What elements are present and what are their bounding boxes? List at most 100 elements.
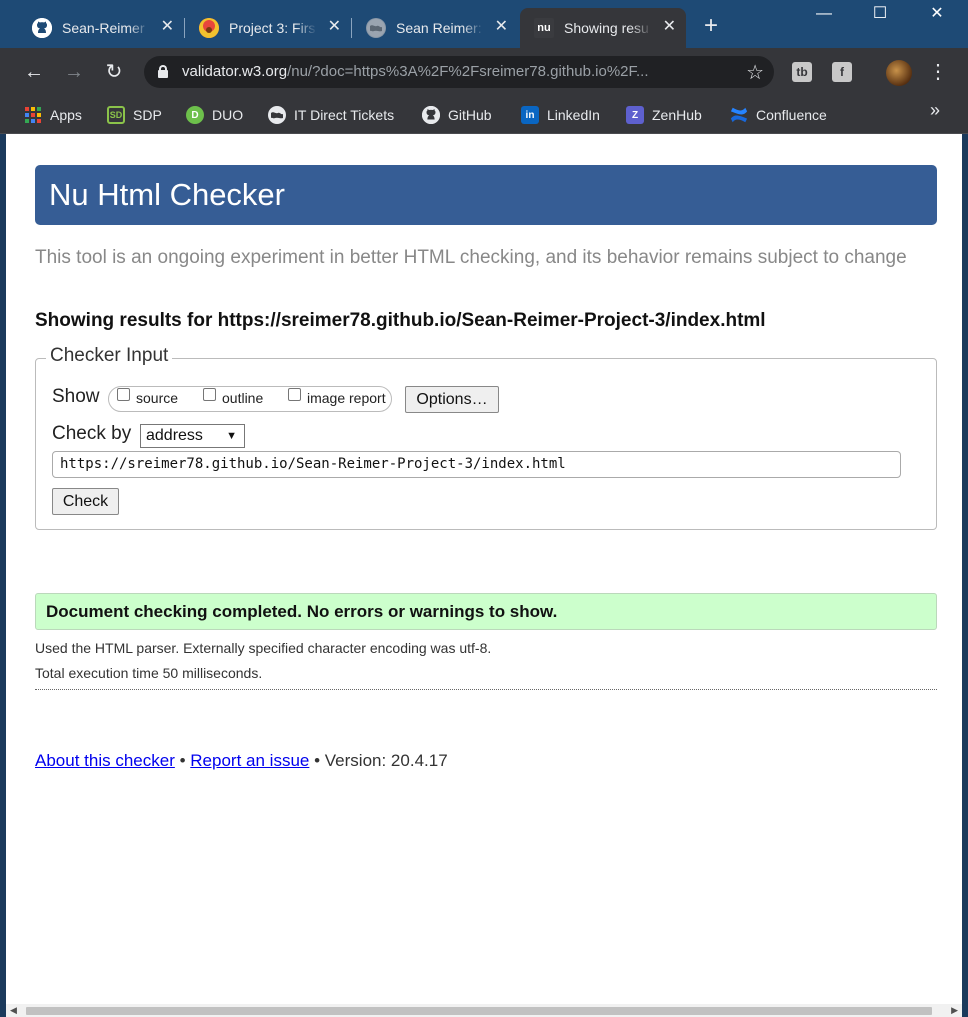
- page-title: Nu Html Checker: [49, 177, 285, 212]
- checkbox-label: source: [136, 390, 179, 406]
- github-icon: [32, 18, 52, 38]
- bookmark-zenhub[interactable]: Z ZenHub: [626, 103, 702, 127]
- tab-project[interactable]: Project 3: Firs ✕: [185, 8, 351, 48]
- bookmarks-overflow-button[interactable]: »: [930, 100, 940, 121]
- close-icon[interactable]: ✕: [495, 19, 508, 35]
- bookmark-label: LinkedIn: [547, 107, 600, 123]
- zenhub-icon: Z: [626, 106, 644, 124]
- checkbox-label: image report: [307, 390, 386, 406]
- tab-title: Sean-Reimer: [62, 20, 145, 36]
- tab-title: Showing resu: [564, 20, 649, 36]
- facebook-extension-icon[interactable]: f: [832, 62, 852, 82]
- browser-titlebar: Sean-Reimer ✕ Project 3: Firs ✕ Sean Rei…: [0, 0, 968, 48]
- browser-toolbar: ← → ↻ validator.w3.org/nu/?doc=https%3A%…: [0, 48, 968, 96]
- scroll-left-icon[interactable]: ◀: [10, 1005, 17, 1016]
- github-icon: [422, 106, 440, 124]
- address-bar[interactable]: validator.w3.org/nu/?doc=https%3A%2F%2Fs…: [144, 56, 774, 88]
- check-by-select[interactable]: address ▼: [140, 424, 245, 448]
- dropdown-arrow-icon: ▼: [226, 430, 237, 442]
- tab-showing-results[interactable]: nu Showing resu ✕: [520, 8, 686, 48]
- bookmark-label: GitHub: [448, 107, 492, 123]
- scroll-right-icon[interactable]: ▶: [951, 1005, 958, 1016]
- bookmark-apps[interactable]: Apps: [25, 103, 82, 127]
- bookmark-it-direct-tickets[interactable]: IT Direct Tickets: [268, 103, 394, 127]
- scrollbar-thumb[interactable]: [26, 1007, 932, 1015]
- show-label: Show: [52, 386, 100, 407]
- show-options-group: source outline image report: [108, 386, 392, 412]
- bookmark-star-icon[interactable]: ☆: [746, 60, 764, 85]
- horizontal-scrollbar[interactable]: ◀ ▶: [6, 1004, 962, 1017]
- show-outline-checkbox[interactable]: outline: [203, 387, 264, 406]
- address-text[interactable]: validator.w3.org/nu/?doc=https%3A%2F%2Fs…: [182, 63, 737, 80]
- close-icon[interactable]: ✕: [328, 19, 341, 35]
- window-edge: [962, 134, 968, 1017]
- bookmark-label: Confluence: [756, 107, 827, 123]
- lock-icon: [158, 65, 168, 78]
- about-checker-link[interactable]: About this checker: [35, 751, 175, 770]
- bookmark-duo[interactable]: D DUO: [186, 103, 243, 127]
- profile-avatar[interactable]: [886, 60, 912, 86]
- minimize-button[interactable]: —: [804, 4, 844, 28]
- success-message-box: Document checking completed. No errors o…: [35, 593, 937, 630]
- checkbox-box[interactable]: [117, 387, 130, 401]
- nu-icon: nu: [534, 18, 554, 38]
- checker-input-legend: Checker Input: [46, 345, 173, 367]
- header-bar: Nu Html Checker: [35, 165, 937, 225]
- check-by-value: address: [146, 427, 203, 444]
- check-by-label: Check by: [52, 423, 132, 444]
- bookmark-linkedin[interactable]: in LinkedIn: [521, 103, 600, 127]
- version-text: Version: 20.4.17: [324, 751, 448, 770]
- report-issue-link[interactable]: Report an issue: [190, 751, 309, 770]
- bookmarks-bar: Apps SD SDP D DUO IT Direct Tickets GitH…: [0, 96, 968, 134]
- tab-sean-reimer[interactable]: Sean Reimer: ✕: [352, 8, 518, 48]
- close-window-button[interactable]: ✕: [917, 4, 957, 28]
- checkbox-box[interactable]: [203, 387, 216, 401]
- tab-github[interactable]: Sean-Reimer ✕: [18, 8, 184, 48]
- reload-icon[interactable]: ↻: [100, 58, 128, 86]
- check-button[interactable]: Check: [52, 488, 119, 515]
- intro-text: This tool is an ongoing experiment in be…: [35, 247, 907, 268]
- maximize-button[interactable]: ☐: [860, 4, 900, 28]
- globe-icon: [268, 106, 286, 124]
- footer-separator: •: [179, 751, 186, 770]
- checkbox-label: outline: [222, 390, 264, 406]
- success-message: Document checking completed. No errors o…: [46, 602, 558, 621]
- back-icon[interactable]: ←: [20, 58, 48, 86]
- bookmark-sdp[interactable]: SD SDP: [107, 103, 162, 127]
- close-icon[interactable]: ✕: [663, 19, 676, 35]
- footer: About this checker • Report an issue • V…: [35, 751, 448, 771]
- doc-url-input[interactable]: https://sreimer78.github.io/Sean-Reimer-…: [52, 451, 901, 478]
- checkbox-box[interactable]: [288, 387, 301, 401]
- project-icon: [199, 18, 219, 38]
- divider: [35, 689, 937, 690]
- apps-grid-icon: [25, 107, 41, 123]
- menu-icon[interactable]: ⋮: [928, 58, 948, 86]
- execution-time: Total execution time 50 milliseconds.: [35, 665, 263, 681]
- duo-icon: D: [186, 106, 204, 124]
- bookmark-github[interactable]: GitHub: [422, 103, 492, 127]
- bookmark-label: ZenHub: [652, 107, 702, 123]
- confluence-icon: [730, 106, 748, 124]
- forward-icon[interactable]: →: [60, 58, 88, 86]
- bookmark-label: DUO: [212, 107, 244, 123]
- bookmark-label: IT Direct Tickets: [294, 107, 395, 123]
- show-source-checkbox[interactable]: source: [117, 387, 179, 406]
- show-image-report-checkbox[interactable]: image report: [288, 387, 386, 406]
- parser-note: Used the HTML parser. Externally specifi…: [35, 640, 492, 656]
- results-heading: Showing results for https://sreimer78.gi…: [35, 310, 766, 331]
- sdp-icon: SD: [107, 106, 125, 124]
- bookmark-confluence[interactable]: Confluence: [730, 103, 827, 127]
- options-button[interactable]: Options…: [405, 386, 499, 413]
- bookmark-label: SDP: [133, 107, 162, 123]
- checker-input-fieldset: Checker Input Show source outline image …: [35, 345, 937, 530]
- page-content: Nu Html Checker This tool is an ongoing …: [6, 134, 962, 1004]
- bookmark-label: Apps: [50, 107, 82, 123]
- footer-separator: •: [314, 751, 321, 770]
- linkedin-icon: in: [521, 106, 539, 124]
- tab-title: Sean Reimer:: [396, 20, 482, 36]
- globe-icon: [366, 18, 386, 38]
- close-icon[interactable]: ✕: [161, 19, 174, 35]
- tb-extension-icon[interactable]: tb: [792, 62, 812, 82]
- tab-title: Project 3: Firs: [229, 20, 316, 36]
- new-tab-button[interactable]: +: [704, 14, 718, 38]
